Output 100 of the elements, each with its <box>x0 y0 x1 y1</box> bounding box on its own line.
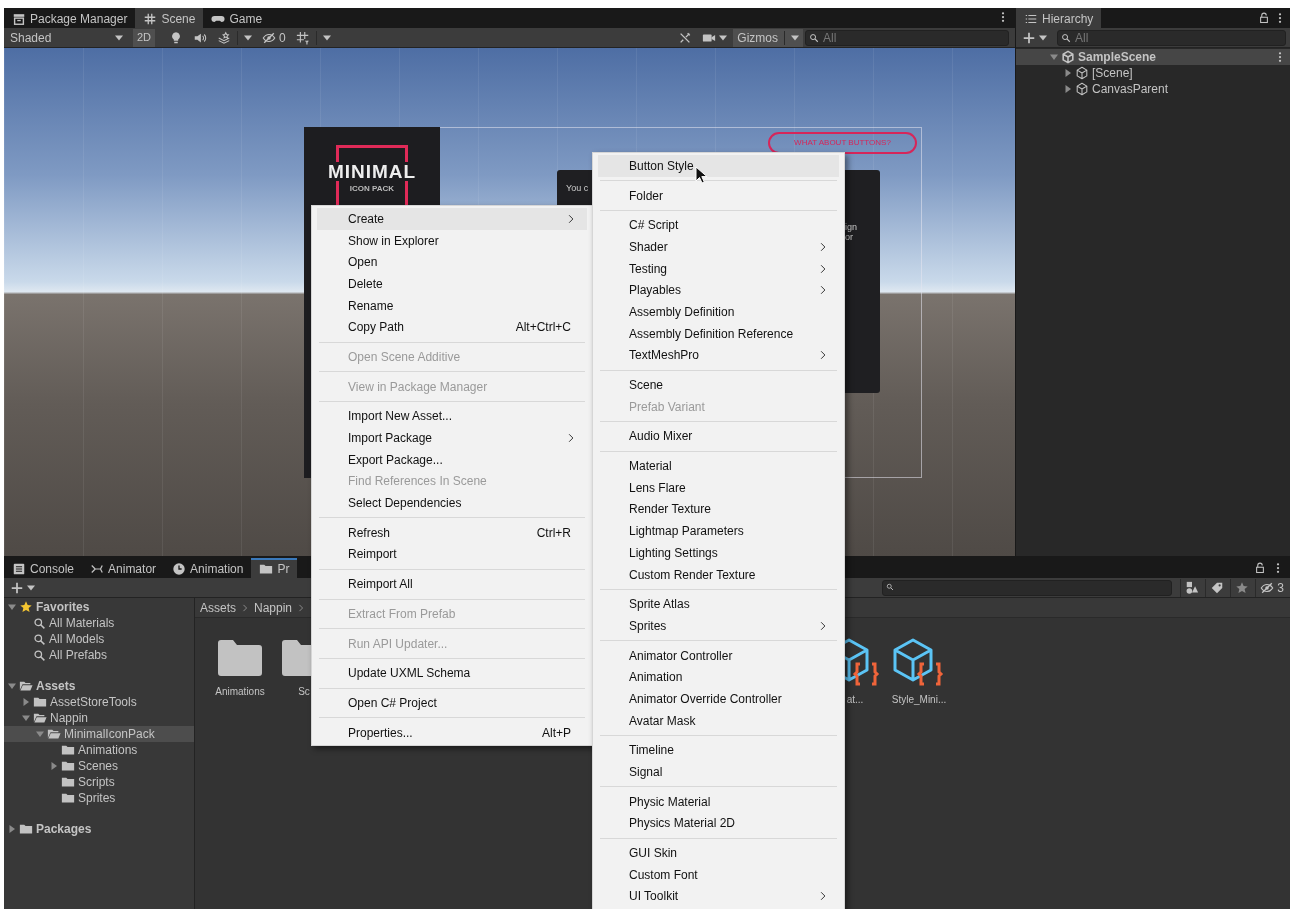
caret-icon <box>27 584 35 591</box>
menu-item-label: View in Package Manager <box>348 378 488 396</box>
menu-item[interactable]: Lightmap Parameters <box>598 520 839 542</box>
search-icon <box>1061 32 1071 43</box>
caret-icon <box>791 34 799 41</box>
menu-item[interactable]: Properties... Alt+P <box>317 721 587 744</box>
tree-item[interactable]: All Models <box>4 631 194 647</box>
menu-item[interactable]: Sprite Atlas <box>598 593 839 616</box>
mode-2d-toggle[interactable]: 2D <box>133 28 156 47</box>
panel-tab[interactable]: Package Manager <box>4 8 136 28</box>
tree-item[interactable]: Sprites <box>4 790 194 806</box>
menu-item[interactable]: C# Script <box>598 214 839 237</box>
menu-item[interactable]: Signal <box>598 761 839 783</box>
expand-arrow-icon[interactable] <box>50 762 58 770</box>
asset-name: Style_Mini... <box>891 693 947 707</box>
menu-item[interactable]: Playables <box>598 279 839 302</box>
menu-item[interactable]: Copy Path Alt+Ctrl+C <box>317 316 587 339</box>
panel-tab[interactable]: Console <box>4 558 83 578</box>
menu-item[interactable]: Physics Material 2D <box>598 812 839 835</box>
menu-item[interactable]: Reimport All <box>317 573 587 595</box>
menu-item[interactable]: TextMeshPro <box>598 344 839 367</box>
menu-item[interactable]: Avatar Mask <box>598 709 839 732</box>
menu-item[interactable]: UI Toolkit <box>598 885 839 908</box>
menu-item[interactable]: GUI Skin <box>598 842 839 864</box>
menu-item-label: Sprites <box>629 617 667 635</box>
hierarchy-item[interactable]: CanvasParent <box>1016 81 1290 97</box>
folder-icon <box>33 711 47 725</box>
menu-item-label: Import New Asset... <box>348 408 453 426</box>
item-label: Scripts <box>78 774 115 791</box>
tree-item[interactable]: All Prefabs <box>4 647 194 663</box>
panel-tab[interactable]: Hierarchy <box>1016 8 1102 28</box>
menu-item[interactable]: Animation <box>598 666 839 689</box>
menu-item-label: Playables <box>629 282 682 300</box>
menu-item[interactable]: Render Texture <box>598 498 839 521</box>
folder-icon <box>61 759 75 773</box>
panel-tab[interactable]: Scene <box>135 8 204 28</box>
search-field[interactable]: All <box>1057 29 1286 46</box>
tree-item[interactable]: All Materials <box>4 615 194 631</box>
item-label: CanvasParent <box>1092 81 1169 98</box>
menu-item[interactable]: Physic Material <box>598 790 839 813</box>
hierarchy-item[interactable]: [Scene] <box>1016 65 1290 81</box>
panel-tab[interactable]: Pr <box>251 558 298 578</box>
folder-icon <box>280 638 311 678</box>
menu-item[interactable]: Lens Flare <box>598 476 839 499</box>
asset-item[interactable]: Animations <box>208 638 272 707</box>
menu-item[interactable]: Import Package <box>317 427 587 449</box>
menu-item[interactable]: Button Style <box>598 155 839 177</box>
panel-tab[interactable]: Animator <box>82 558 165 578</box>
menu-item[interactable]: Sprites <box>598 615 839 637</box>
menu-item[interactable]: Create <box>317 208 587 230</box>
tree-item[interactable]: MinimalIconPack <box>4 726 194 742</box>
breadcrumb-link[interactable]: Assets <box>200 598 236 617</box>
menu-item-label: Animator Override Controller <box>629 690 782 708</box>
menu-item[interactable]: Delete <box>317 273 587 295</box>
breadcrumb-link[interactable]: Nappin <box>254 598 293 617</box>
menu-item[interactable]: Material <box>598 455 839 477</box>
menu-item-label: Lens Flare <box>629 479 686 497</box>
menu-item[interactable]: Rename <box>317 294 587 317</box>
tree-item[interactable]: Animations <box>4 742 194 758</box>
tree-item[interactable]: Nappin <box>4 710 194 726</box>
menu-item[interactable]: Animator Controller <box>598 644 839 667</box>
tree-item[interactable]: Packages <box>4 821 194 837</box>
folder-icon <box>47 727 61 741</box>
menu-item[interactable]: Folder <box>598 184 839 207</box>
panel-tab[interactable]: Game <box>203 8 271 28</box>
tree-item[interactable]: Favorites <box>4 599 194 615</box>
menu-item-label: Open Scene Additive <box>348 348 461 366</box>
menu-item[interactable]: Refresh Ctrl+R <box>317 521 587 544</box>
search-field[interactable] <box>882 579 1173 596</box>
item-label: Packages <box>36 821 92 838</box>
hierarchy-item[interactable]: SampleScene <box>1016 49 1290 65</box>
tree-item[interactable]: Scenes <box>4 758 194 774</box>
menu-item[interactable]: Audio Mixer <box>598 425 839 448</box>
chevron-icon <box>240 602 250 613</box>
menu-item[interactable]: Select Dependencies <box>317 492 587 514</box>
panel-tab[interactable]: Animation <box>164 558 252 578</box>
menu-item[interactable]: Assembly Definition <box>598 301 839 323</box>
menu-item[interactable]: Custom Render Texture <box>598 563 839 586</box>
menu-item[interactable]: Animator Override Controller <box>598 688 839 710</box>
menu-item[interactable]: Import New Asset... <box>317 405 587 428</box>
menu-item[interactable]: Export Package... <box>317 448 587 471</box>
expand-arrow-icon[interactable] <box>8 825 16 833</box>
menu-item[interactable]: Testing <box>598 257 839 280</box>
menu-item[interactable]: Timeline <box>598 739 839 762</box>
gizmos-dropdown[interactable]: Gizmos <box>733 28 803 47</box>
menu-item[interactable]: Shader <box>598 236 839 258</box>
expand-arrow-icon[interactable] <box>8 603 16 611</box>
tree-item[interactable]: AssetStoreTools <box>4 694 194 710</box>
lock-icon <box>1258 12 1270 24</box>
menu-item[interactable]: Open <box>317 251 587 274</box>
menu-item[interactable]: Assembly Definition Reference <box>598 322 839 345</box>
menu-item[interactable]: Show in Explorer <box>317 229 587 252</box>
tree-item[interactable]: Assets <box>4 678 194 694</box>
menu-item[interactable]: Custom Font <box>598 863 839 886</box>
tree-item[interactable]: Scripts <box>4 774 194 790</box>
search-field[interactable]: All <box>805 29 1009 46</box>
shapes-icon <box>1185 580 1200 595</box>
folder-icon <box>61 791 75 805</box>
menu-item[interactable]: Scene <box>598 374 839 396</box>
asset-item[interactable]: Style_Mini... <box>887 638 951 707</box>
